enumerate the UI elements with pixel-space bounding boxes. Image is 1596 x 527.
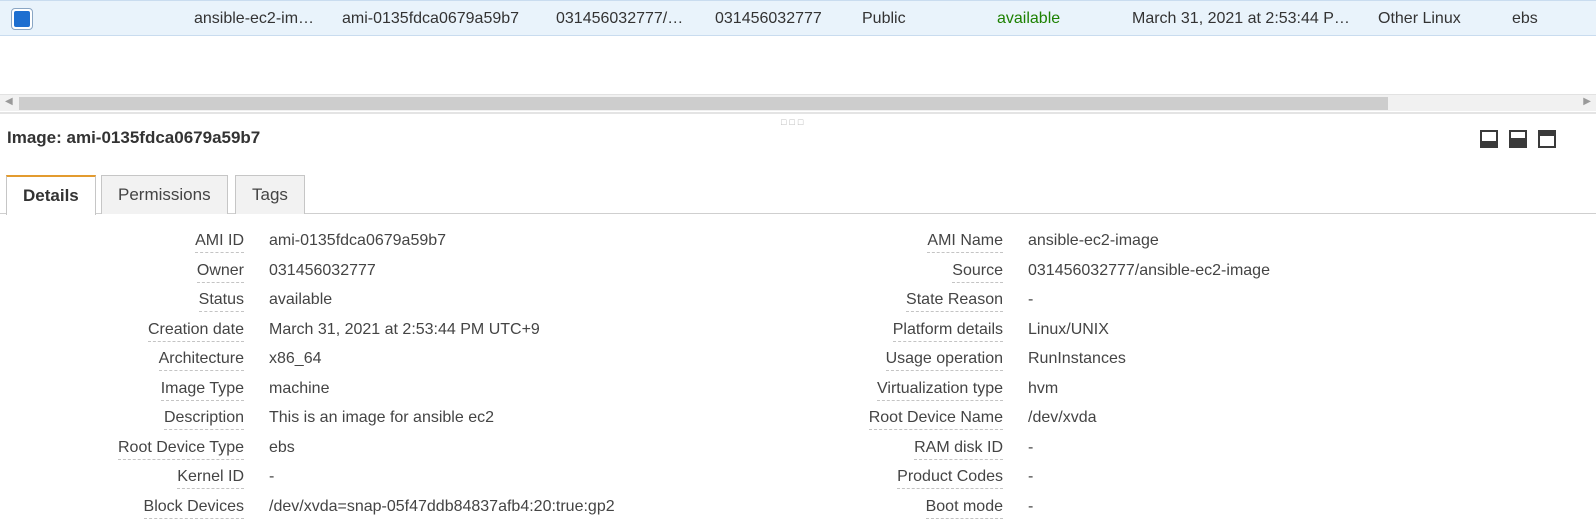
detail-title: Image: ami-0135fdca0679a59b7 xyxy=(7,128,261,147)
label-kernel-id: Kernel ID xyxy=(177,468,244,489)
label-description: Description xyxy=(163,409,244,430)
value-ami-name: ansible-ec2-image xyxy=(1028,232,1159,249)
value-root-device-type: ebs xyxy=(269,439,295,456)
label-platform-details: Platform details xyxy=(892,321,1003,342)
layout-toggle-group xyxy=(1480,130,1556,148)
cell-root-device-type: ebs xyxy=(1512,10,1538,27)
table-row-selected[interactable]: ansible-ec2-im… ami-0135fdca0679a59b7 03… xyxy=(0,0,1596,36)
tab-details[interactable]: Details xyxy=(6,175,96,215)
value-owner: 031456032777 xyxy=(269,262,376,279)
value-creation-date: March 31, 2021 at 2:53:44 PM UTC+9 xyxy=(269,321,540,338)
checkbox-checked-icon xyxy=(14,11,30,27)
label-status: Status xyxy=(198,291,244,312)
layout-top-icon[interactable] xyxy=(1538,130,1556,148)
label-ami-id: AMI ID xyxy=(195,232,244,253)
scrollbar-thumb[interactable] xyxy=(19,97,1388,110)
pane-splitter[interactable] xyxy=(0,112,1596,114)
label-root-device-type: Root Device Type xyxy=(118,439,244,460)
label-product-codes: Product Codes xyxy=(897,468,1003,489)
label-source: Source xyxy=(952,262,1003,283)
cell-owner: 031456032777 xyxy=(715,10,822,27)
value-usage-operation: RunInstances xyxy=(1028,350,1126,367)
value-root-device-name: /dev/xvda xyxy=(1028,409,1097,426)
value-block-devices: /dev/xvda=snap-05f47ddb84837afb4:20:true… xyxy=(269,498,615,515)
cell-ami-id: ami-0135fdca0679a59b7 xyxy=(342,10,520,27)
value-status: available xyxy=(269,291,333,308)
label-creation-date: Creation date xyxy=(147,321,244,342)
label-state-reason: State Reason xyxy=(906,291,1003,312)
resize-grip-icon[interactable]: □□□ xyxy=(781,117,806,127)
cell-creation-date: March 31, 2021 at 2:53:44 P… xyxy=(1132,10,1350,27)
layout-bottom-icon[interactable] xyxy=(1480,130,1498,148)
value-source: 031456032777/ansible-ec2-image xyxy=(1028,262,1270,279)
label-image-type: Image Type xyxy=(160,380,244,401)
label-block-devices: Block Devices xyxy=(143,498,244,519)
cell-ami-name: ansible-ec2-im… xyxy=(194,10,315,27)
label-usage-operation: Usage operation xyxy=(885,350,1003,371)
label-ram-disk-id: RAM disk ID xyxy=(914,439,1003,460)
label-architecture: Architecture xyxy=(158,350,244,371)
value-ami-id: ami-0135fdca0679a59b7 xyxy=(269,232,447,249)
cell-source: 031456032777/… xyxy=(556,10,684,27)
value-virtualization-type: hvm xyxy=(1028,380,1059,397)
value-state-reason: - xyxy=(1028,291,1034,308)
scroll-left-icon[interactable]: ◀ xyxy=(5,96,13,107)
cell-visibility: Public xyxy=(862,10,906,27)
row-checkbox-icon[interactable] xyxy=(11,8,33,30)
value-description: This is an image for ansible ec2 xyxy=(269,409,494,426)
layout-split-icon[interactable] xyxy=(1509,130,1527,148)
tab-tags[interactable]: Tags xyxy=(235,175,305,214)
value-ram-disk-id: - xyxy=(1028,439,1034,456)
label-ami-name: AMI Name xyxy=(927,232,1003,253)
cell-platform: Other Linux xyxy=(1378,10,1461,27)
label-owner: Owner xyxy=(196,262,244,283)
label-boot-mode: Boot mode xyxy=(925,498,1003,519)
cell-status: available xyxy=(997,10,1061,27)
label-root-device-name: Root Device Name xyxy=(868,409,1003,430)
value-image-type: machine xyxy=(269,380,330,397)
label-virtualization-type: Virtualization type xyxy=(877,380,1003,401)
value-kernel-id: - xyxy=(269,468,275,485)
horizontal-scrollbar[interactable]: ◀ ▶ xyxy=(0,94,1596,111)
value-product-codes: - xyxy=(1028,468,1034,485)
value-platform-details: Linux/UNIX xyxy=(1028,321,1109,338)
tab-permissions[interactable]: Permissions xyxy=(101,175,228,214)
value-architecture: x86_64 xyxy=(269,350,322,367)
scroll-right-icon[interactable]: ▶ xyxy=(1583,96,1591,107)
value-boot-mode: - xyxy=(1028,498,1034,515)
